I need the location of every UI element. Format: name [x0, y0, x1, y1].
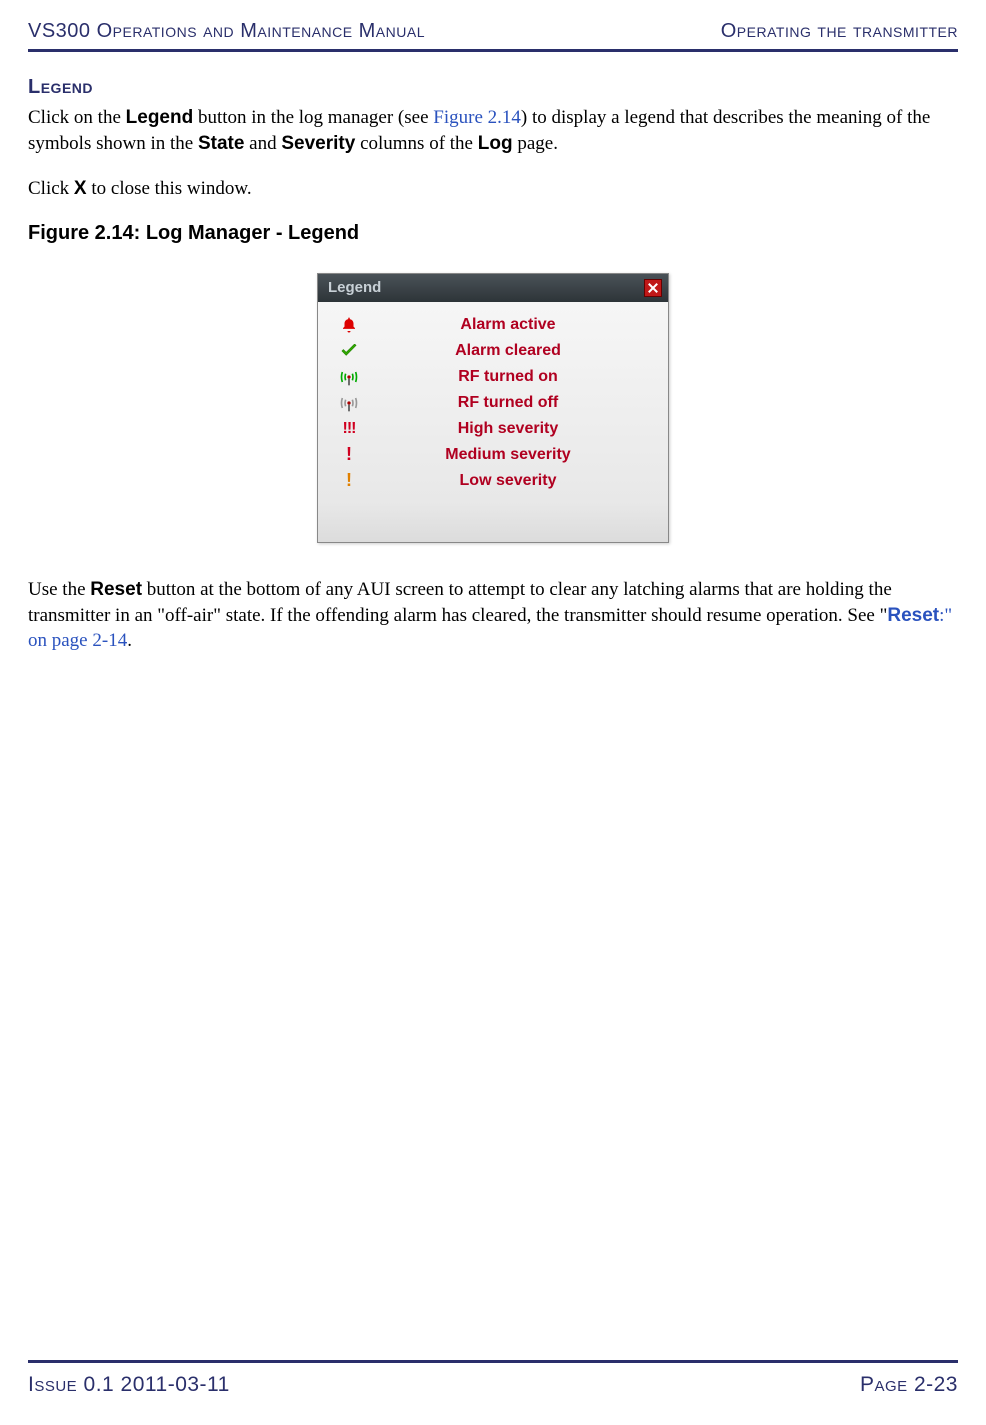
- legend-row-low-severity: ! Low severity: [336, 468, 654, 494]
- page-footer: Issue 0.1 2011-03-11 Page 2-23: [28, 1360, 958, 1397]
- legend-body: Alarm active Alarm cleared RF turned on: [318, 302, 668, 542]
- legend-button-ref: Legend: [126, 107, 194, 128]
- figure-caption: Figure 2.14: Log Manager - Legend: [28, 222, 958, 245]
- legend-row-rf-off: RF turned off: [336, 390, 654, 416]
- antenna-on-icon: [336, 366, 362, 388]
- legend-widget-title: Legend: [328, 279, 381, 296]
- legend-label-alarm-cleared: Alarm cleared: [392, 342, 654, 360]
- chapter-title: Operating the transmitter: [721, 20, 958, 43]
- page-header: VS300 Operations and Maintenance Manual …: [28, 20, 958, 52]
- legend-label-low-severity: Low severity: [392, 472, 654, 490]
- section-heading-legend: Legend: [28, 76, 958, 99]
- medium-severity-icon: !: [336, 444, 362, 466]
- manual-title: VS300 Operations and Maintenance Manual: [28, 20, 425, 43]
- state-column-ref: State: [198, 133, 244, 154]
- legend-widget: Legend Alarm active Alarm cleared: [317, 273, 669, 543]
- legend-row-medium-severity: ! Medium severity: [336, 442, 654, 468]
- check-icon: [336, 340, 362, 362]
- legend-titlebar: Legend: [318, 274, 668, 302]
- legend-label-rf-on: RF turned on: [392, 368, 654, 386]
- reset-button-ref: Reset: [90, 579, 142, 600]
- legend-label-high-severity: High severity: [392, 420, 654, 438]
- close-icon[interactable]: [644, 279, 662, 297]
- figure-2-14-link[interactable]: Figure 2.14: [433, 107, 521, 128]
- legend-row-high-severity: !!! High severity: [336, 416, 654, 442]
- bell-icon: [336, 314, 362, 336]
- legend-row-rf-on: RF turned on: [336, 364, 654, 390]
- low-severity-icon: !: [336, 470, 362, 492]
- log-page-ref: Log: [478, 133, 513, 154]
- high-severity-icon: !!!: [336, 418, 362, 440]
- legend-label-alarm-active: Alarm active: [392, 316, 654, 334]
- antenna-off-icon: [336, 392, 362, 414]
- x-button-ref: X: [74, 178, 87, 199]
- reset-paragraph: Use the Reset button at the bottom of an…: [28, 577, 958, 654]
- severity-column-ref: Severity: [281, 133, 355, 154]
- close-window-paragraph: Click X to close this window.: [28, 176, 958, 202]
- legend-row-alarm-active: Alarm active: [336, 312, 654, 338]
- issue-date: Issue 0.1 2011-03-11: [28, 1373, 230, 1397]
- legend-label-rf-off: RF turned off: [392, 394, 654, 412]
- page-number: Page 2-23: [860, 1373, 958, 1397]
- legend-description-paragraph: Click on the Legend button in the log ma…: [28, 105, 958, 156]
- legend-row-alarm-cleared: Alarm cleared: [336, 338, 654, 364]
- legend-label-medium-severity: Medium severity: [392, 446, 654, 464]
